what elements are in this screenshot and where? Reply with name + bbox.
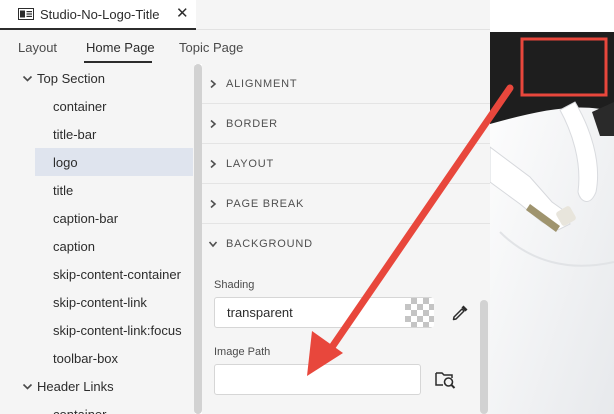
- chevron-right-icon: [210, 199, 217, 208]
- tree-item-label: skip-content-link: [53, 294, 147, 310]
- page-preview: [490, 32, 614, 414]
- chevron-down-icon[interactable]: [22, 381, 33, 392]
- chevron-right-icon: [210, 119, 217, 128]
- chevron-down-icon: [208, 241, 218, 248]
- section-label: BACKGROUND: [226, 238, 313, 250]
- active-tab-indicator: [84, 61, 152, 63]
- color-swatch[interactable]: [405, 298, 434, 327]
- tree-item-label: title-bar: [53, 126, 97, 142]
- tree-item-label: logo: [53, 154, 78, 170]
- tree-item-label: container: [53, 406, 107, 414]
- tab-layout[interactable]: Layout: [18, 40, 57, 55]
- section-label: BORDER: [226, 117, 278, 130]
- tree-item-label: caption-bar: [53, 210, 119, 226]
- section-page-break[interactable]: PAGE BREAK: [202, 184, 490, 224]
- section-label: PAGE BREAK: [226, 197, 305, 210]
- tree-item[interactable]: title-bar: [0, 120, 193, 148]
- section-label: ALIGNMENT: [226, 77, 298, 90]
- tree-item-label: container: [53, 98, 107, 114]
- preview-image: [490, 32, 614, 414]
- tree-item-label: skip-content-link:focus: [53, 322, 182, 338]
- shading-value: transparent: [227, 305, 293, 320]
- shading-label: Shading: [214, 279, 255, 291]
- chevron-right-icon: [210, 79, 217, 88]
- tree-group-header-links[interactable]: Header Links: [0, 372, 193, 400]
- document-layout-icon: [18, 8, 34, 20]
- properties-panel: ALIGNMENT BORDER LAYOUT PAGE BREAK BACKG…: [202, 64, 490, 414]
- image-path-input[interactable]: [214, 364, 421, 395]
- section-alignment[interactable]: ALIGNMENT: [202, 64, 490, 104]
- section-layout[interactable]: LAYOUT: [202, 144, 490, 184]
- tree-item-selected[interactable]: logo: [35, 148, 193, 176]
- tree-group-top-section[interactable]: Top Section: [0, 64, 193, 92]
- tree-group-label: Top Section: [37, 70, 105, 86]
- chevron-right-icon: [210, 159, 217, 168]
- chevron-down-icon[interactable]: [22, 73, 33, 84]
- properties-scrollbar[interactable]: [480, 300, 488, 414]
- tree-item[interactable]: caption-bar: [0, 204, 193, 232]
- tree-item-label: caption: [53, 238, 95, 254]
- tree-item[interactable]: caption: [0, 232, 193, 260]
- tree-item[interactable]: skip-content-link: [0, 288, 193, 316]
- tree-item[interactable]: skip-content-link:focus: [0, 316, 193, 344]
- image-path-label: Image Path: [214, 346, 271, 358]
- tree-group-label: Header Links: [37, 378, 114, 394]
- eyedropper-icon[interactable]: [450, 303, 470, 323]
- tree-item[interactable]: container: [0, 92, 193, 120]
- element-tree: Top Section container title-bar logo tit…: [0, 64, 195, 414]
- page-tabs: Layout Home Page Topic Page: [0, 30, 490, 64]
- document-title: Studio-No-Logo-Title: [40, 6, 160, 22]
- tree-scrollbar[interactable]: [194, 64, 202, 414]
- section-label: LAYOUT: [226, 157, 274, 170]
- document-tab[interactable]: Studio-No-Logo-Title ✕: [0, 0, 196, 30]
- tab-topic-page[interactable]: Topic Page: [179, 40, 243, 55]
- tab-home-page[interactable]: Home Page: [86, 40, 155, 55]
- tree-item[interactable]: title: [0, 176, 193, 204]
- tree-item[interactable]: container: [0, 400, 193, 414]
- section-background[interactable]: BACKGROUND: [202, 224, 490, 264]
- tree-item-label: title: [53, 182, 74, 198]
- close-icon[interactable]: ✕: [176, 6, 189, 22]
- section-border[interactable]: BORDER: [202, 104, 490, 144]
- tree-item-label: skip-content-container: [53, 266, 181, 282]
- tree-item[interactable]: toolbar-box: [0, 344, 193, 372]
- tree-item[interactable]: skip-content-container: [0, 260, 193, 288]
- tab-strip-background: [196, 0, 490, 30]
- shading-input[interactable]: transparent: [214, 297, 433, 328]
- tree-item-label: toolbar-box: [53, 350, 119, 366]
- browse-folder-icon[interactable]: [434, 369, 456, 389]
